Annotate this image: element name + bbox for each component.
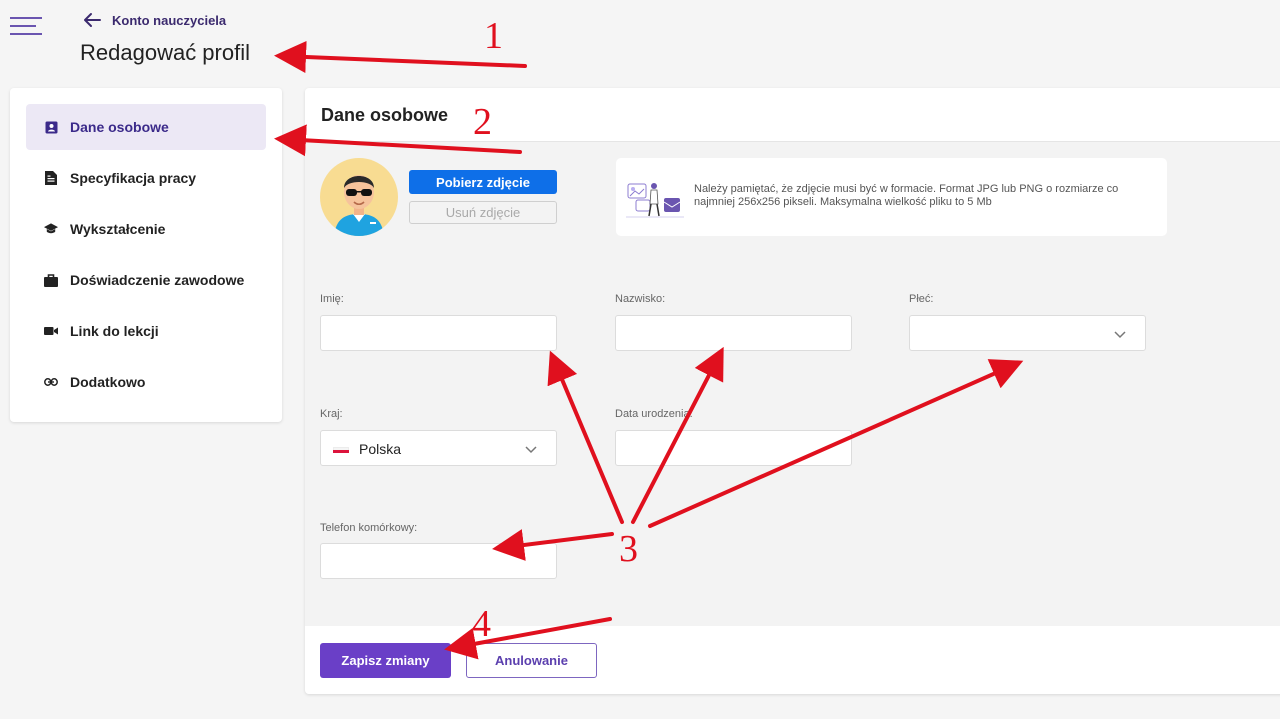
id-card-icon [44,120,58,134]
sidebar-item-label: Wykształcenie [70,221,166,237]
sidebar-item-lesson-link[interactable]: Link do lekcji [26,308,266,354]
chevron-down-icon [525,446,537,454]
sidebar-item-personal-data[interactable]: Dane osobowe [26,104,266,150]
photo-info-box: Należy pamiętać, że zdjęcie musi być w f… [616,158,1167,236]
annotation-step-4: 4 [472,603,491,645]
document-icon [44,171,58,185]
remove-photo-button[interactable]: Usuń zdjęcie [409,201,557,224]
arrow-left-icon [84,13,101,27]
photo-requirements-text: Należy pamiętać, że zdjęcie musi być w f… [694,183,1119,208]
save-changes-button[interactable]: Zapisz zmiany [320,643,451,678]
first-name-label: Imię: [320,293,344,305]
country-value: Polska [359,441,402,457]
phone-label: Telefon komórkowy: [320,522,418,534]
back-link-label: Konto nauczyciela [112,12,227,28]
country-label: Kraj: [320,408,343,420]
form-footer: Zapisz zmiany Anulowanie [305,626,1280,694]
sidebar-item-job-specification[interactable]: Specyfikacja pracy [26,155,266,201]
sidebar: Dane osobowe Specyfikacja pracy Wykształ… [10,88,282,422]
back-link[interactable]: Konto nauczyciela [82,12,226,28]
sidebar-item-label: Doświadczenie zawodowe [70,272,245,288]
gender-select[interactable] [909,315,1146,351]
birth-date-label: Data urodzenia: [615,408,693,420]
poland-flag-icon [333,447,349,453]
briefcase-icon [44,273,58,287]
link-icon [44,375,58,389]
first-name-field[interactable] [320,315,557,351]
personal-data-panel: Dane osobowe Pobierz zdjęcie Usuń zdjęci… [305,88,1280,694]
panel-header: Dane osobowe [305,88,1280,142]
avatar [320,158,398,236]
annotation-step-1: 1 [484,15,503,57]
cancel-button[interactable]: Anulowanie [466,643,597,678]
graduation-cap-icon [44,222,58,236]
annotation-step-2: 2 [473,101,492,143]
gender-label: Płeć: [909,293,934,305]
menu-hamburger-icon[interactable] [10,14,42,36]
page-title: Redagować profil [80,40,250,65]
last-name-field[interactable] [615,315,852,351]
panel-title: Dane osobowe [321,105,449,125]
sidebar-item-education[interactable]: Wykształcenie [26,206,266,252]
sidebar-item-label: Dodatkowo [70,374,146,390]
annotation-step-3: 3 [619,528,638,570]
sidebar-item-label: Specyfikacja pracy [70,170,197,186]
video-camera-icon [44,324,58,338]
phone-field[interactable] [320,543,557,579]
country-select[interactable]: Polska [320,430,557,466]
sidebar-item-work-experience[interactable]: Doświadczenie zawodowe [26,257,266,303]
sidebar-item-label: Link do lekcji [70,323,159,339]
sidebar-item-label: Dane osobowe [70,119,169,135]
upload-photo-button[interactable]: Pobierz zdjęcie [409,170,557,194]
upload-illustration-icon [626,183,684,218]
chevron-down-icon [1114,331,1126,339]
sidebar-item-additional[interactable]: Dodatkowo [26,359,266,405]
last-name-label: Nazwisko: [615,293,666,305]
birth-date-field[interactable] [615,430,852,466]
